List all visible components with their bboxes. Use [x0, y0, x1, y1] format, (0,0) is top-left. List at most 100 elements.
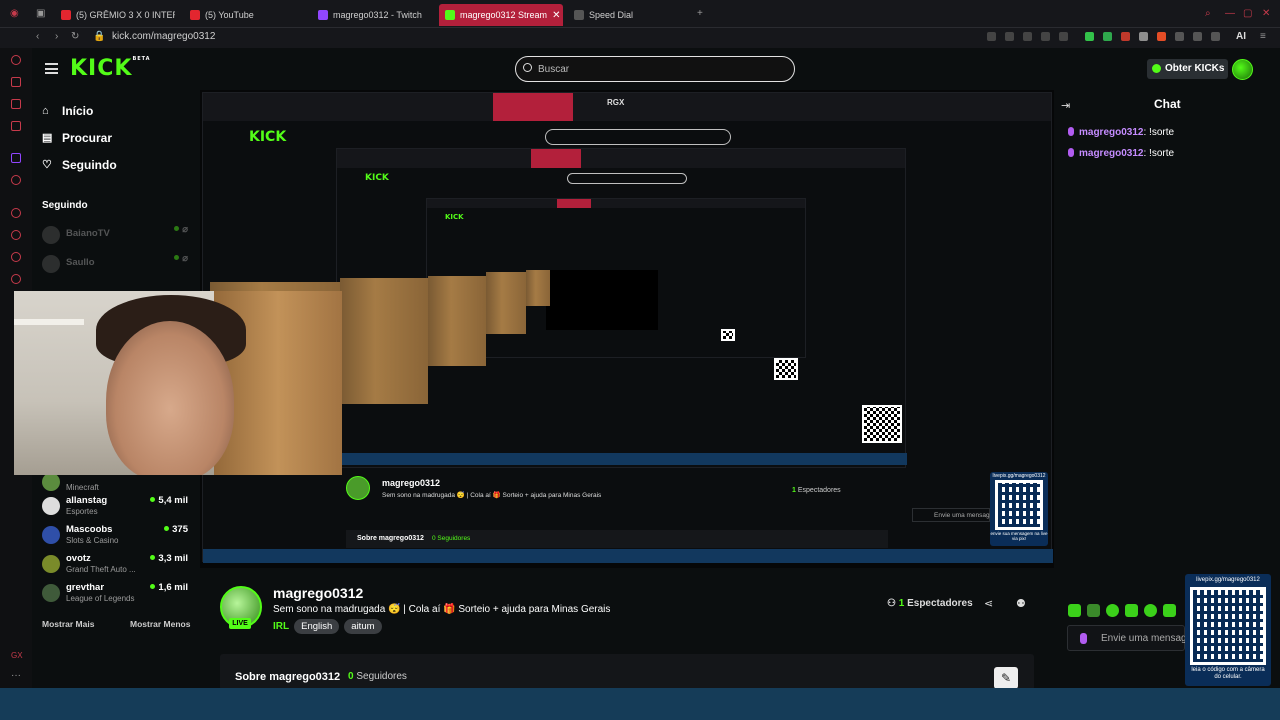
viewer-count: 1	[898, 598, 905, 609]
tab-kick-stream[interactable]: magrego0312 Stream ✕	[439, 4, 563, 26]
history-icon[interactable]	[11, 230, 21, 240]
extension-icon[interactable]	[1103, 32, 1112, 41]
tag-row: IRL English aitum	[273, 619, 382, 634]
player-icon[interactable]	[11, 208, 21, 218]
share-icon[interactable]: ⋖	[984, 597, 993, 610]
following-channel[interactable]: allanstag Esportes 5,4 mil	[42, 494, 192, 520]
emote-icon[interactable]	[1087, 604, 1100, 617]
chat-text: !sorte	[1149, 127, 1175, 138]
twitch-icon[interactable]	[11, 153, 21, 163]
tab-label: (5) GRÊMIO 3 X 0 INTERNAC	[76, 10, 175, 20]
chat-title: Chat	[1154, 97, 1181, 111]
extension-icon[interactable]	[1041, 32, 1050, 41]
close-window-icon[interactable]: ✕	[1262, 8, 1270, 19]
emote-icon[interactable]	[1125, 604, 1138, 617]
kick-logo[interactable]: KICKBETA	[70, 56, 151, 81]
category-link[interactable]: IRL	[273, 621, 289, 632]
extension-icon[interactable]	[1121, 32, 1130, 41]
nested-qr-caption: envie sua mensagem na live via pix!	[990, 531, 1048, 541]
avatar	[42, 526, 60, 544]
extension-icon[interactable]	[1139, 32, 1148, 41]
chat-input[interactable]: Envie uma mensagem	[1067, 625, 1201, 651]
viewer-count: 3,3 mil	[150, 553, 188, 564]
viewer-count: 5,4 mil	[150, 495, 188, 506]
user-avatar[interactable]	[1232, 59, 1253, 80]
back-icon[interactable]: ‹	[36, 31, 39, 42]
more-icon[interactable]: ···	[11, 670, 21, 681]
show-more-button[interactable]: Mostrar Mais	[42, 619, 94, 629]
following-channel[interactable]: BaianoTV ⌀	[42, 223, 192, 249]
tab-overview-icon[interactable]: ▣	[36, 8, 45, 19]
emote-icon[interactable]	[1068, 604, 1081, 617]
nested-chat-input: Envie uma mensag	[912, 508, 990, 522]
extension-icon[interactable]	[1193, 32, 1202, 41]
youtube-icon[interactable]	[11, 175, 21, 185]
edit-about-button[interactable]: ✎	[994, 667, 1018, 689]
settings-icon[interactable]	[11, 274, 21, 284]
gx-icon[interactable]: GX	[11, 651, 23, 660]
channel-name: BaianoTV	[66, 228, 110, 239]
following-channel[interactable]: Mascoobs Slots & Casino 375	[42, 523, 192, 549]
opera-menu-icon[interactable]: ◉	[10, 8, 19, 19]
tab-bar: ◉ ▣ (5) GRÊMIO 3 X 0 INTERNAC (5) YouTub…	[0, 0, 1280, 28]
chat-username[interactable]: magrego0312	[1079, 148, 1143, 159]
nested-qr-code	[721, 329, 735, 341]
tag-aitum[interactable]: aitum	[344, 619, 382, 634]
messenger-icon[interactable]	[11, 99, 21, 109]
extension-icon[interactable]	[1175, 32, 1184, 41]
nav-following[interactable]: ♡ Seguindo	[42, 158, 117, 172]
forward-icon[interactable]: ›	[55, 31, 58, 42]
collapse-chat-icon[interactable]: ⇥	[1061, 99, 1070, 112]
mic-icon	[1080, 633, 1087, 644]
reload-icon[interactable]: ↻	[71, 31, 79, 42]
search-tabs-icon[interactable]: ⌕	[1205, 8, 1211, 19]
tab-gremio[interactable]: (5) GRÊMIO 3 X 0 INTERNAC	[55, 4, 175, 26]
kick-favicon-icon	[445, 10, 455, 20]
offline-icon: ⌀	[174, 253, 188, 264]
hamburger-menu-icon[interactable]	[45, 63, 58, 74]
user-settings-icon[interactable]: ⚉	[1016, 597, 1026, 610]
chat-username[interactable]: magrego0312	[1079, 127, 1143, 138]
tab-twitch[interactable]: magrego0312 - Twitch	[312, 4, 432, 26]
extension-icon[interactable]	[1005, 32, 1014, 41]
ai-button[interactable]: AI	[1236, 31, 1246, 42]
stream-title: Sem sono na madrugada 😴 | Cola aí 🎁 Sort…	[273, 604, 611, 615]
search-input[interactable]: Buscar	[515, 56, 795, 82]
tab-speed-dial[interactable]: Speed Dial	[568, 4, 688, 26]
webcam-overlay	[14, 291, 342, 475]
maximize-icon[interactable]: ▢	[1243, 8, 1252, 19]
tag-english[interactable]: English	[294, 619, 340, 634]
following-channel[interactable]: grevthar League of Legends 1,6 mil	[42, 581, 192, 607]
menu-icon[interactable]: ≡	[1260, 31, 1266, 42]
show-less-button[interactable]: Mostrar Menos	[130, 619, 190, 629]
nested-about-title: Sobre magrego0312	[357, 535, 424, 542]
nested-stream-title: Sem sono na madrugada 😴 | Cola aí 🎁 Sort…	[382, 492, 602, 499]
emote-icon[interactable]	[1144, 604, 1157, 617]
nav-home[interactable]: ⌂ Início	[42, 104, 93, 118]
new-tab-icon[interactable]: +	[697, 8, 703, 19]
extension-icon[interactable]	[1157, 32, 1166, 41]
extension-icon[interactable]	[987, 32, 996, 41]
extension-icon[interactable]	[1085, 32, 1094, 41]
instagram-icon[interactable]	[11, 121, 21, 131]
extension-icon[interactable]	[1059, 32, 1068, 41]
close-tab-icon[interactable]: ✕	[552, 10, 560, 21]
emote-icon[interactable]	[1163, 604, 1176, 617]
following-channel[interactable]: Saullo ⌀	[42, 252, 192, 278]
get-kicks-button[interactable]: Obter KICKs	[1147, 59, 1228, 79]
extension-icon[interactable]	[1023, 32, 1032, 41]
qr-caption-top: livepix.gg/magrego0312	[1196, 577, 1260, 583]
avatar	[42, 584, 60, 602]
opera-icon[interactable]	[11, 55, 21, 65]
emote-icon[interactable]	[1106, 604, 1119, 617]
download-icon[interactable]	[1211, 32, 1220, 41]
channel-name[interactable]: magrego0312	[273, 585, 363, 601]
minimize-icon[interactable]: —	[1225, 8, 1235, 19]
nav-browse[interactable]: ▤ Procurar	[42, 131, 112, 145]
tab-youtube[interactable]: (5) YouTube	[184, 4, 304, 26]
nested-channel-name: magrego0312	[382, 478, 441, 488]
bookmarks-icon[interactable]	[11, 252, 21, 262]
following-channel[interactable]: ovotz Grand Theft Auto ... 3,3 mil	[42, 552, 192, 578]
url-text[interactable]: kick.com/magrego0312	[112, 31, 215, 42]
aria-icon[interactable]	[11, 77, 21, 87]
